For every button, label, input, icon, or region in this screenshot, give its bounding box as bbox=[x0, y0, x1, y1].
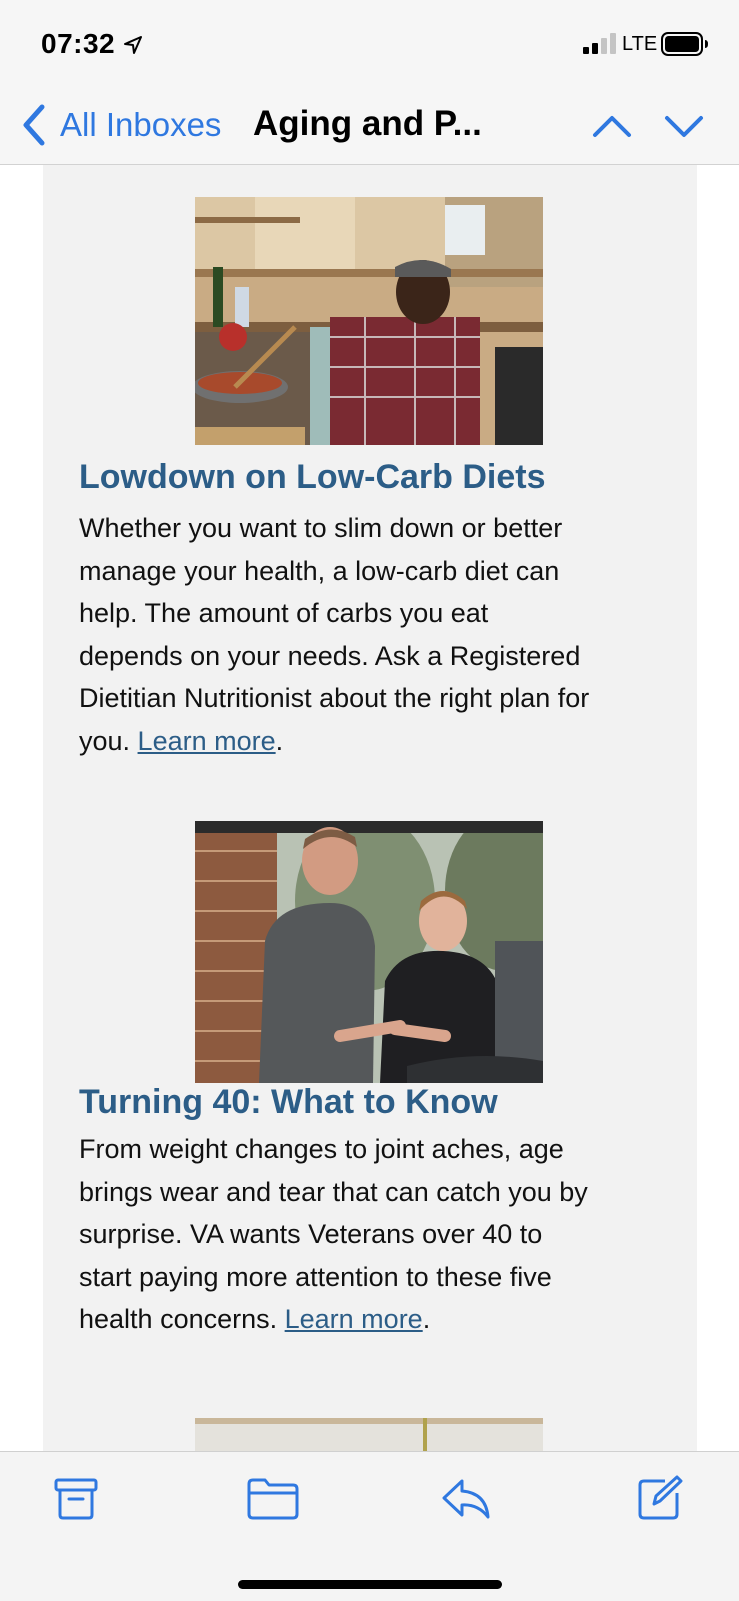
back-button-label: All Inboxes bbox=[60, 106, 222, 143]
bottom-toolbar bbox=[0, 1451, 739, 1601]
learn-more-link[interactable]: Learn more bbox=[285, 1304, 423, 1334]
article-body-last-line: you. Learn more. bbox=[79, 720, 669, 763]
article-body-line: Dietitian Nutritionist about the right p… bbox=[79, 683, 590, 714]
home-indicator bbox=[238, 1580, 502, 1589]
email-body[interactable]: Lowdown on Low-Carb Diets Whether you wa… bbox=[0, 165, 739, 1451]
reply-icon[interactable] bbox=[440, 1475, 492, 1521]
newsletter-card: Lowdown on Low-Carb Diets Whether you wa… bbox=[43, 165, 697, 1451]
article-title: Lowdown on Low-Carb Diets bbox=[79, 458, 546, 496]
article-body-line: help. The amount of carbs you eat bbox=[79, 598, 489, 629]
status-bar: 07:32 LTE bbox=[0, 0, 739, 88]
cellular-signal-icon bbox=[583, 33, 616, 54]
article-body-line: brings wear and tear that can catch you … bbox=[79, 1176, 588, 1207]
compose-icon[interactable] bbox=[637, 1475, 683, 1521]
article-image-father-son-grilling bbox=[195, 821, 543, 1083]
archive-icon[interactable] bbox=[53, 1475, 99, 1521]
article-body: From weight changes to joint aches, age … bbox=[79, 1128, 669, 1341]
article-body-period: . bbox=[422, 1304, 431, 1335]
article-body-line: Whether you want to slim down or better bbox=[79, 513, 563, 543]
article-title: Turning 40: What to Know bbox=[79, 1083, 498, 1121]
location-arrow-icon bbox=[124, 36, 142, 54]
article-body-last-line: health concerns. Learn more. bbox=[79, 1298, 669, 1341]
article-body-line: start paying more attention to these fiv… bbox=[79, 1261, 552, 1292]
article-body-line: surprise. VA wants Veterans over 40 to bbox=[79, 1219, 543, 1250]
article-body-period: . bbox=[275, 725, 284, 756]
article-image-man-cooking bbox=[195, 197, 543, 445]
navigation-bar: All Inboxes Aging and P... bbox=[0, 88, 739, 165]
folder-icon[interactable] bbox=[246, 1475, 300, 1521]
chevron-up-icon[interactable] bbox=[592, 106, 632, 146]
network-type-label: LTE bbox=[622, 33, 658, 55]
back-to-all-inboxes-button[interactable]: All Inboxes bbox=[20, 102, 221, 148]
article-body: Whether you want to slim down or better … bbox=[79, 507, 669, 763]
article-body-line: depends on your needs. Ask a Registered bbox=[79, 640, 581, 671]
learn-more-link[interactable]: Learn more bbox=[138, 726, 276, 756]
email-subject-title: Aging and P... bbox=[253, 104, 482, 143]
article-body-line: From weight changes to joint aches, age bbox=[79, 1134, 564, 1164]
chevron-left-icon bbox=[23, 104, 45, 146]
article-body-text: health concerns. bbox=[79, 1304, 285, 1335]
article-body-text: you. bbox=[79, 725, 138, 756]
status-time: 07:32 bbox=[41, 28, 116, 59]
article-image-partial bbox=[195, 1418, 543, 1451]
chevron-down-icon[interactable] bbox=[664, 106, 704, 146]
battery-icon bbox=[661, 32, 708, 56]
article-body-line: manage your health, a low-carb diet can bbox=[79, 555, 560, 586]
